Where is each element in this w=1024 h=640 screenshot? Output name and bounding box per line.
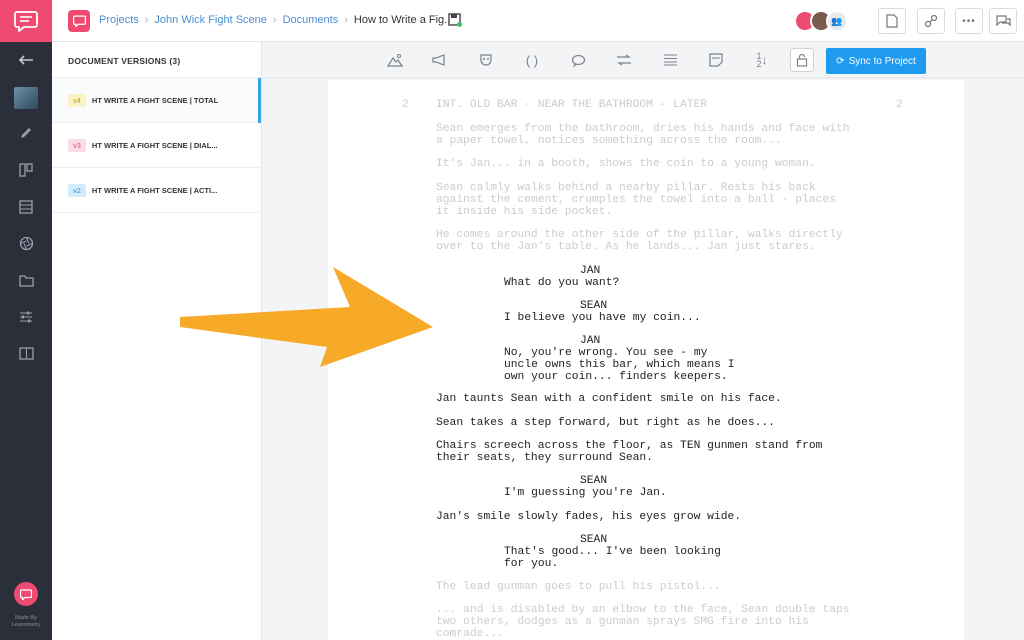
script-action-line[interactable]: Sean emerges from the bathroom, dries hi…	[436, 123, 850, 135]
book-icon[interactable]	[0, 340, 52, 366]
script-dialogue-line[interactable]: That's good... I've been looking	[504, 546, 721, 558]
script-action-line[interactable]: Sean calmly walks behind a nearby pillar…	[436, 182, 816, 194]
script-character-line[interactable]: JAN	[580, 265, 600, 277]
versions-title: DOCUMENT VERSIONS (3)	[52, 42, 261, 78]
script-dialogue-line[interactable]: I'm guessing you're Jan.	[504, 487, 667, 499]
script-character-line[interactable]: SEAN	[580, 534, 607, 546]
script-action-line[interactable]: ... and is disabled by an elbow to the f…	[436, 604, 850, 616]
chat-logo-icon	[72, 15, 86, 27]
script-action-line[interactable]: He comes around the other side of the pi…	[436, 229, 843, 241]
breadcrumb-current: How to Write a Fig..	[353, 14, 451, 26]
speech-bubble-icon[interactable]	[569, 51, 587, 69]
script-action-line[interactable]: Jan's smile slowly fades, his eyes grow …	[436, 511, 741, 523]
share-link-button[interactable]	[917, 8, 945, 34]
brand-badge[interactable]	[14, 582, 38, 606]
collaborator-avatars: 👥	[794, 10, 848, 32]
megaphone-icon[interactable]	[431, 51, 449, 69]
lock-button[interactable]	[790, 48, 814, 72]
export-pdf-button[interactable]	[878, 8, 906, 34]
script-action-line[interactable]: over to the Jan's table. As he lands... …	[436, 241, 816, 253]
version-tag: v2	[68, 183, 86, 197]
folder-icon[interactable]	[0, 267, 52, 293]
script-action-line[interactable]: Jan taunts Sean with a confident smile o…	[436, 393, 782, 405]
scene-number-left: 2	[402, 99, 409, 111]
script-character-line[interactable]: SEAN	[580, 475, 607, 487]
script-dialogue-line[interactable]: No, you're wrong. You see - my	[504, 347, 707, 359]
script-action-line[interactable]: their seats, they surround Sean.	[436, 452, 653, 464]
script-scene-heading-line[interactable]: INT. OLD BAR - NEAR THE BATHROOM - LATER	[436, 99, 707, 111]
version-tag: v3	[68, 138, 86, 152]
project-logo[interactable]	[68, 10, 90, 32]
version-item-v3[interactable]: v3 HT WRITE A FIGHT SCENE | DIAL...	[52, 123, 261, 168]
made-by-brand: Leanometry	[11, 622, 41, 628]
script-character-line[interactable]: SEAN	[580, 300, 607, 312]
parenthetical-icon[interactable]: ( )	[523, 51, 541, 69]
add-collaborator-icon[interactable]: 👥	[826, 10, 848, 32]
highlight-arrow	[180, 267, 433, 367]
ellipsis-icon: •••	[962, 15, 976, 27]
script-action-line[interactable]: two others, dodges as a gunman sprays SM…	[436, 616, 809, 628]
made-by-label: Made By	[15, 615, 37, 621]
app-logo[interactable]	[0, 0, 52, 42]
script-action-line[interactable]: The lead gunman goes to pull his pistol.…	[436, 581, 721, 593]
sort-numbers-icon[interactable]: 1 2 ↓	[753, 51, 771, 69]
script-action-line[interactable]: a paper towel, notices something across …	[436, 135, 782, 147]
user-avatar[interactable]	[14, 87, 38, 109]
chevron-right-icon: ›	[144, 14, 149, 26]
scene-location-icon[interactable]	[386, 51, 404, 69]
save-status-icon[interactable]	[448, 13, 462, 27]
breadcrumb-projects[interactable]: Projects	[99, 14, 139, 26]
unlock-icon	[796, 53, 808, 67]
made-by-credit: Made By Leanometry	[0, 615, 52, 629]
scene-number-right: 2	[896, 99, 903, 111]
more-options-button[interactable]: •••	[955, 8, 983, 34]
mask-icon[interactable]	[477, 51, 495, 69]
script-dialogue-line[interactable]: I believe you have my coin...	[504, 312, 701, 324]
script-action-line[interactable]: Sean takes a step forward, but right as …	[436, 417, 775, 429]
link-icon	[924, 14, 938, 28]
script-character-line[interactable]: JAN	[580, 335, 600, 347]
version-tag: v4	[68, 93, 86, 107]
breadcrumb-project[interactable]: John Wick Fight Scene	[154, 14, 267, 26]
comments-icon	[995, 14, 1011, 26]
action-lines-icon[interactable]	[661, 51, 679, 69]
script-action-line[interactable]: comrade...	[436, 628, 504, 640]
chevron-right-icon: ›	[272, 14, 277, 26]
transition-icon[interactable]	[615, 51, 633, 69]
sliders-icon[interactable]	[0, 304, 52, 330]
version-label: HT WRITE A FIGHT SCENE | ACTI...	[91, 185, 218, 195]
note-icon[interactable]	[707, 51, 725, 69]
board-icon[interactable]	[0, 157, 52, 183]
script-action-line[interactable]: it inside his side pocket.	[436, 206, 612, 218]
sync-to-project-button[interactable]: ⟳ Sync to Project	[826, 48, 926, 74]
script-action-line[interactable]: against the cement, crumples the towel i…	[436, 194, 836, 206]
left-rail: Made By Leanometry	[0, 0, 52, 640]
version-item-v4[interactable]: v4 HT WRITE A FIGHT SCENE | TOTAL	[52, 78, 261, 123]
sync-label: Sync to Project	[848, 55, 916, 67]
script-dialogue-line[interactable]: What do you want?	[504, 277, 619, 289]
editor-toolbar: ( ) 1 2 ↓ ⟳ Sync to Project	[263, 42, 1024, 78]
pencil-icon[interactable]	[0, 120, 52, 146]
script-dialogue-line[interactable]: own your coin... finders keepers.	[504, 371, 728, 383]
aperture-icon[interactable]	[0, 230, 52, 256]
back-arrow-icon[interactable]	[0, 47, 52, 73]
pdf-icon	[886, 14, 898, 28]
breadcrumb: Projects › John Wick Fight Scene › Docum…	[99, 14, 450, 26]
comments-button[interactable]	[989, 8, 1017, 34]
sync-icon: ⟳	[836, 55, 845, 67]
chevron-right-icon: ›	[344, 14, 348, 26]
script-dialogue-line[interactable]: uncle owns this bar, which means I	[504, 359, 735, 371]
chat-logo-icon	[20, 588, 32, 600]
breadcrumb-documents[interactable]: Documents	[283, 14, 339, 26]
version-label: HT WRITE A FIGHT SCENE | TOTAL	[91, 95, 219, 105]
version-item-v2[interactable]: v2 HT WRITE A FIGHT SCENE | ACTI...	[52, 168, 261, 213]
list-icon[interactable]	[0, 194, 52, 220]
script-action-line[interactable]: Chairs screech across the floor, as TEN …	[436, 440, 822, 452]
chat-logo-icon	[14, 11, 38, 32]
top-header: Projects › John Wick Fight Scene › Docum…	[52, 0, 1024, 42]
version-label: HT WRITE A FIGHT SCENE | DIAL...	[91, 140, 218, 150]
script-dialogue-line[interactable]: for you.	[504, 558, 558, 570]
script-action-line[interactable]: It's Jan... in a booth, shows the coin t…	[436, 158, 816, 170]
